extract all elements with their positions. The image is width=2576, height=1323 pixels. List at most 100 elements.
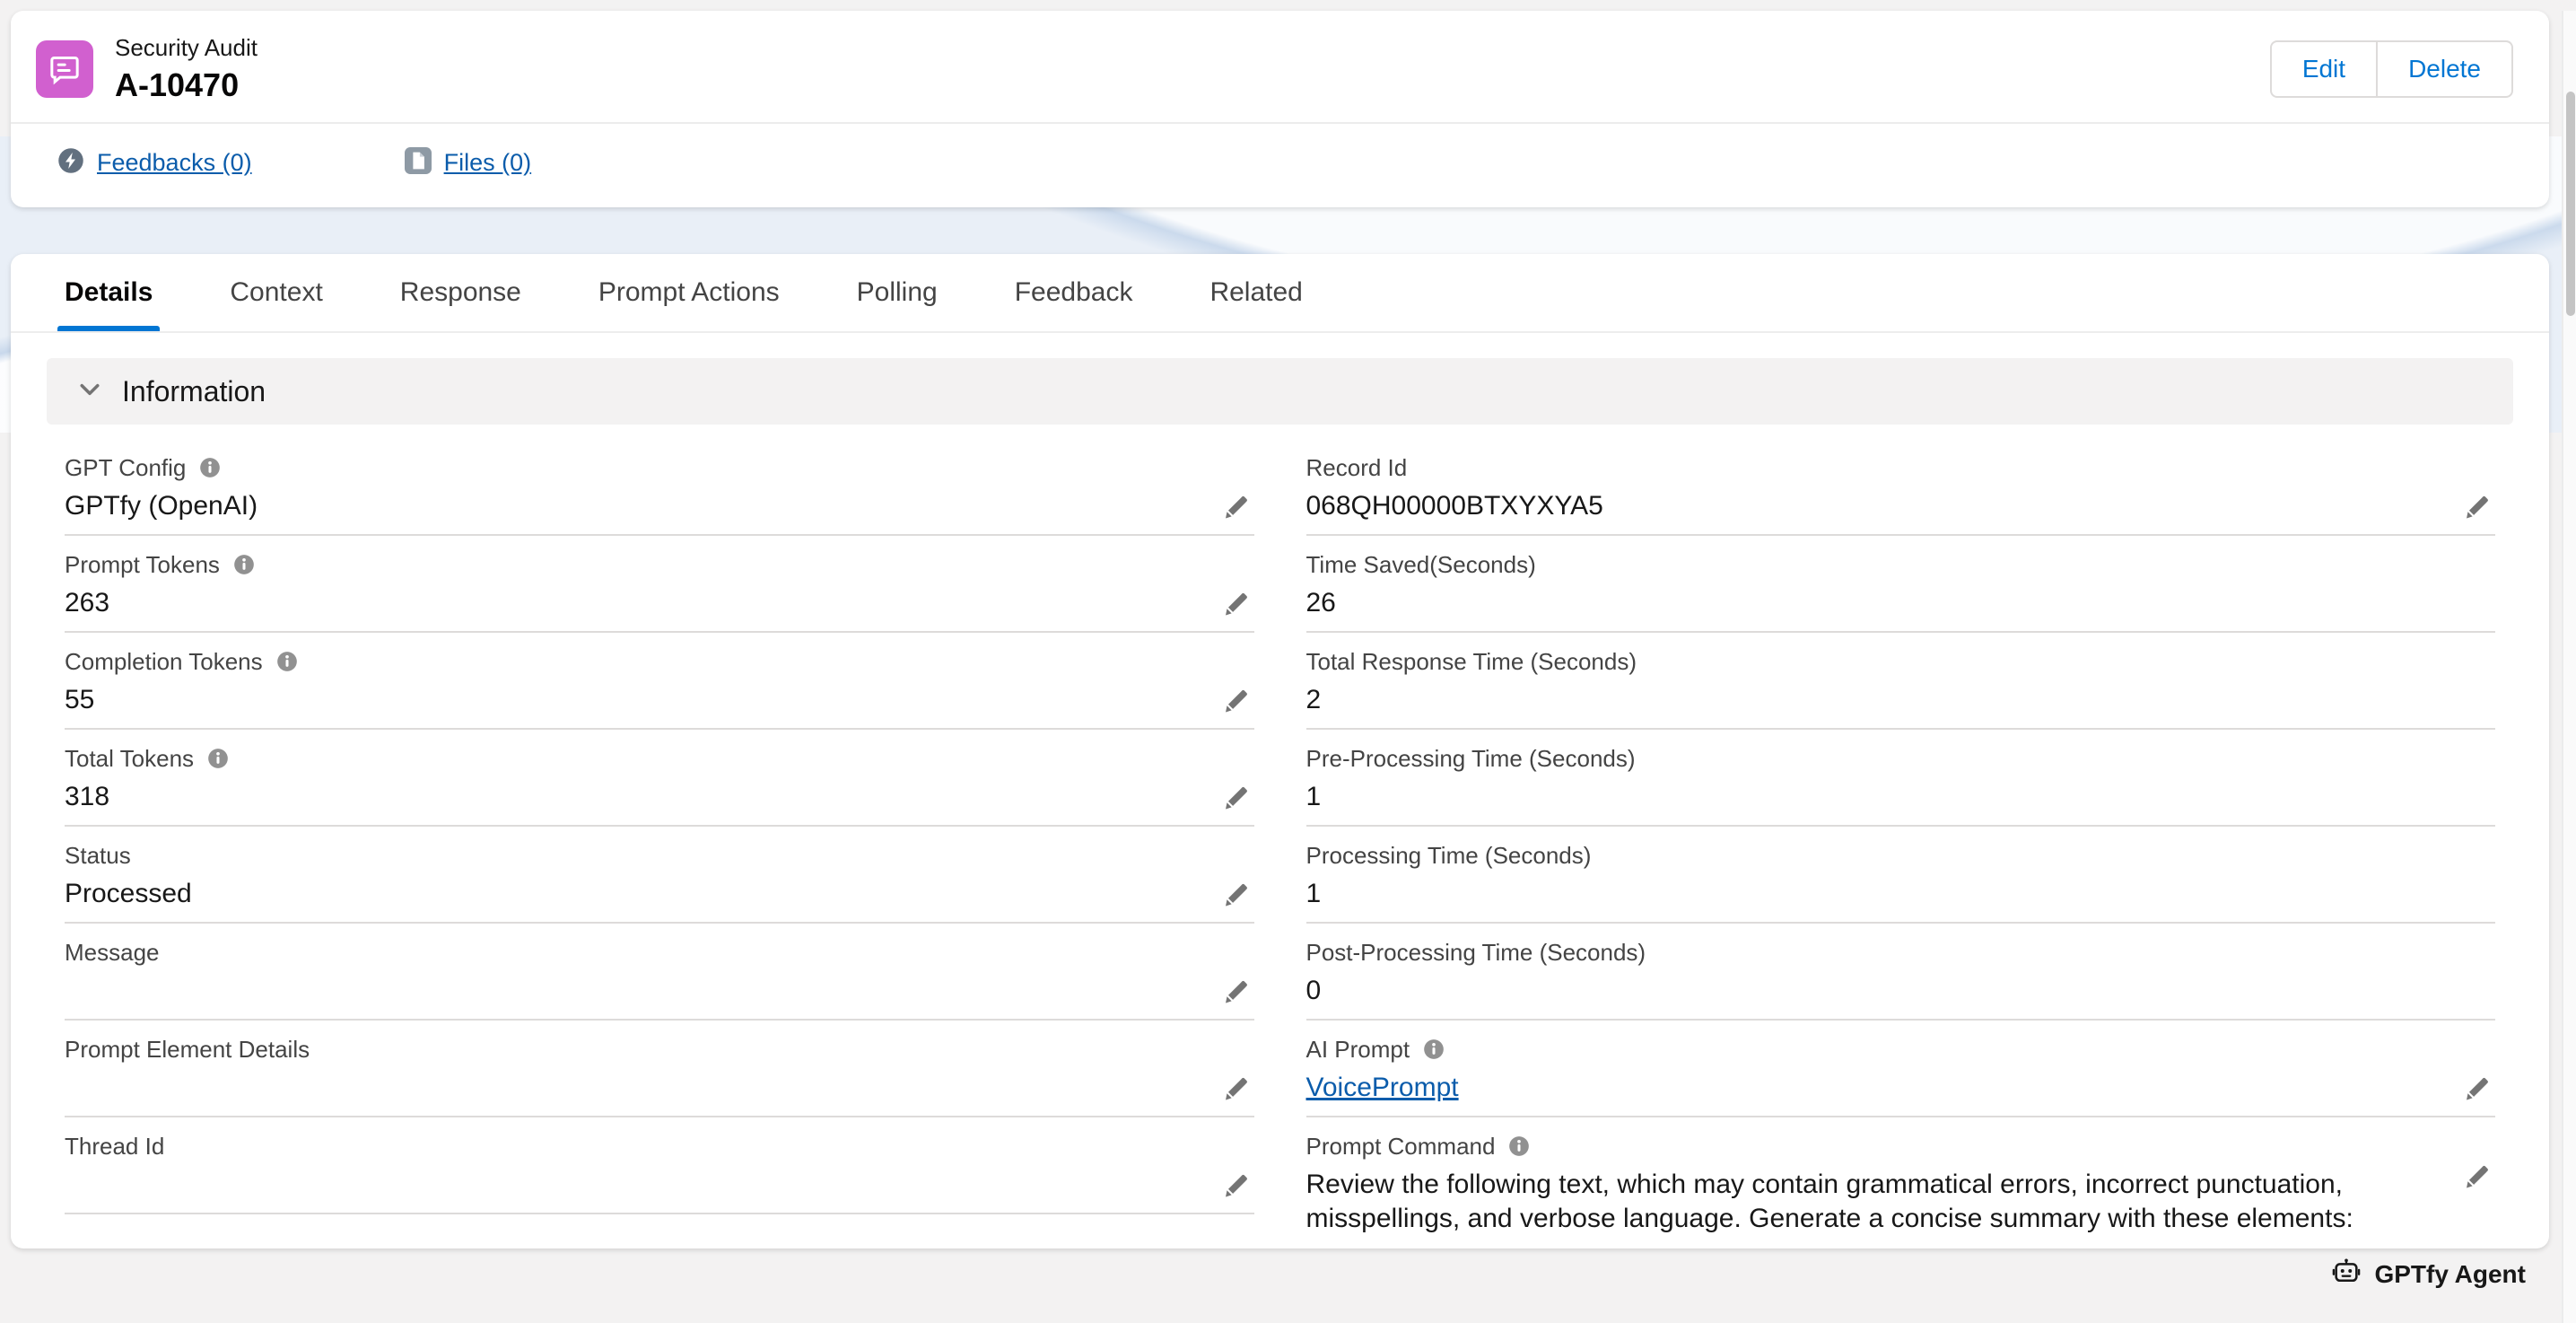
record-name: A-10470: [115, 66, 258, 104]
edit-pencil-icon[interactable]: [1222, 688, 1249, 715]
tab-context[interactable]: Context: [230, 254, 322, 331]
field-value: GPTfy (OpenAI): [65, 489, 1254, 523]
field-label: Total Tokens: [65, 745, 194, 773]
field-prompt-command: Prompt Command Review the following text…: [1306, 1117, 2496, 1247]
field-label: Message: [65, 939, 160, 967]
edit-pencil-icon[interactable]: [1222, 1076, 1249, 1103]
tab-response[interactable]: Response: [400, 254, 521, 331]
field-value: 263: [65, 586, 1254, 620]
field-label: AI Prompt: [1306, 1036, 1410, 1064]
record-detail-card: Details Context Response Prompt Actions …: [11, 254, 2549, 1249]
information-fields: GPT Config GPTfy (OpenAI) Prompt Tokens: [11, 425, 2549, 1247]
delete-button[interactable]: Delete: [2376, 40, 2513, 98]
tab-prompt-actions[interactable]: Prompt Actions: [598, 254, 780, 331]
field-value: 55: [65, 683, 1254, 717]
field-message: Message: [65, 924, 1254, 1021]
edit-pencil-icon[interactable]: [2463, 1164, 2490, 1191]
field-label: Status: [65, 842, 131, 870]
field-processing-time: Processing Time (Seconds) 1: [1306, 827, 2496, 924]
tab-feedback[interactable]: Feedback: [1015, 254, 1133, 331]
tab-related[interactable]: Related: [1209, 254, 1302, 331]
field-label: Record Id: [1306, 454, 1408, 482]
field-value: 0: [1306, 974, 2496, 1008]
info-icon[interactable]: [1507, 1135, 1531, 1158]
info-icon[interactable]: [275, 650, 299, 673]
section-title: Information: [122, 375, 266, 408]
field-label: GPT Config: [65, 454, 186, 482]
robot-icon: [2331, 1257, 2362, 1292]
scrollbar-thumb[interactable]: [2566, 92, 2575, 316]
field-value: 2: [1306, 683, 2496, 717]
field-value: [65, 1168, 1254, 1202]
field-post-processing-time: Post-Processing Time (Seconds) 0: [1306, 924, 2496, 1021]
field-total-response-time: Total Response Time (Seconds) 2: [1306, 633, 2496, 730]
field-time-saved: Time Saved(Seconds) 26: [1306, 536, 2496, 633]
info-icon[interactable]: [206, 747, 230, 770]
field-thread-id: Thread Id: [65, 1117, 1254, 1214]
record-header-row: Security Audit A-10470 Edit Delete: [11, 11, 2549, 122]
files-link[interactable]: Files (0): [405, 147, 532, 179]
tab-polling[interactable]: Polling: [857, 254, 938, 331]
file-icon: [405, 147, 432, 179]
tab-details[interactable]: Details: [65, 254, 153, 331]
field-value: Review the following text, which may con…: [1306, 1168, 2496, 1236]
field-value: 318: [65, 780, 1254, 814]
record-header-text: Security Audit A-10470: [115, 34, 258, 104]
info-icon[interactable]: [198, 456, 222, 479]
edit-pencil-icon[interactable]: [2463, 1076, 2490, 1103]
field-completion-tokens: Completion Tokens 55: [65, 633, 1254, 730]
field-value: [65, 1071, 1254, 1105]
information-section-header[interactable]: Information: [47, 358, 2513, 425]
edit-button[interactable]: Edit: [2270, 40, 2378, 98]
field-label: Total Response Time (Seconds): [1306, 648, 1637, 676]
field-value: 1: [1306, 877, 2496, 911]
field-pre-processing-time: Pre-Processing Time (Seconds) 1: [1306, 730, 2496, 827]
field-label: Processing Time (Seconds): [1306, 842, 1592, 870]
field-label: Post-Processing Time (Seconds): [1306, 939, 1646, 967]
record-header-card: Security Audit A-10470 Edit Delete Feedb…: [11, 11, 2549, 207]
field-value: 26: [1306, 586, 2496, 620]
field-prompt-element-details: Prompt Element Details: [65, 1021, 1254, 1117]
field-gpt-config: GPT Config GPTfy (OpenAI): [65, 439, 1254, 536]
edit-pencil-icon[interactable]: [1222, 495, 1249, 521]
edit-pencil-icon[interactable]: [1222, 1173, 1249, 1200]
record-actions: Edit Delete: [2270, 40, 2513, 98]
page-footer: GPTfy Agent: [0, 1250, 2576, 1299]
files-link-label: Files (0): [444, 149, 532, 177]
related-quick-links: Feedbacks (0) Files (0): [11, 122, 2549, 207]
field-value: Processed: [65, 877, 1254, 911]
info-icon[interactable]: [232, 553, 256, 576]
edit-pencil-icon[interactable]: [1222, 979, 1249, 1006]
field-value: 1: [1306, 780, 2496, 814]
field-label: Completion Tokens: [65, 648, 263, 676]
field-label: Prompt Tokens: [65, 551, 220, 579]
record-type-label: Security Audit: [115, 34, 258, 62]
field-value: 068QH00000BTXYXYA5: [1306, 489, 2496, 523]
field-status: Status Processed: [65, 827, 1254, 924]
ai-prompt-link[interactable]: VoicePrompt: [1306, 1071, 1531, 1105]
info-icon[interactable]: [1422, 1038, 1445, 1061]
chevron-down-icon[interactable]: [77, 377, 102, 407]
vertical-scrollbar[interactable]: [2562, 11, 2576, 1323]
edit-pencil-icon[interactable]: [1222, 882, 1249, 909]
edit-pencil-icon[interactable]: [1222, 591, 1249, 618]
field-label: Thread Id: [65, 1133, 164, 1161]
field-value: [65, 974, 1254, 1008]
detail-tabs-bar: Details Context Response Prompt Actions …: [11, 254, 2549, 333]
fields-right-column: Record Id 068QH00000BTXYXYA5 Time Saved(…: [1306, 439, 2496, 1247]
field-ai-prompt: AI Prompt VoicePrompt: [1306, 1021, 2496, 1117]
prompt-record-icon: [36, 40, 93, 98]
field-label: Prompt Element Details: [65, 1036, 310, 1064]
feedbacks-link[interactable]: Feedbacks (0): [57, 147, 252, 179]
feedbacks-link-label: Feedbacks (0): [97, 149, 252, 177]
field-label: Time Saved(Seconds): [1306, 551, 1536, 579]
fields-left-column: GPT Config GPTfy (OpenAI) Prompt Tokens: [65, 439, 1254, 1247]
field-total-tokens: Total Tokens 318: [65, 730, 1254, 827]
gptfy-agent-button[interactable]: GPTfy Agent: [2374, 1260, 2526, 1289]
edit-pencil-icon[interactable]: [2463, 495, 2490, 521]
field-record-id: Record Id 068QH00000BTXYXYA5: [1306, 439, 2496, 536]
field-label: Prompt Command: [1306, 1133, 1496, 1161]
feedback-icon: [57, 147, 84, 179]
edit-pencil-icon[interactable]: [1222, 785, 1249, 812]
field-label: Pre-Processing Time (Seconds): [1306, 745, 1636, 773]
